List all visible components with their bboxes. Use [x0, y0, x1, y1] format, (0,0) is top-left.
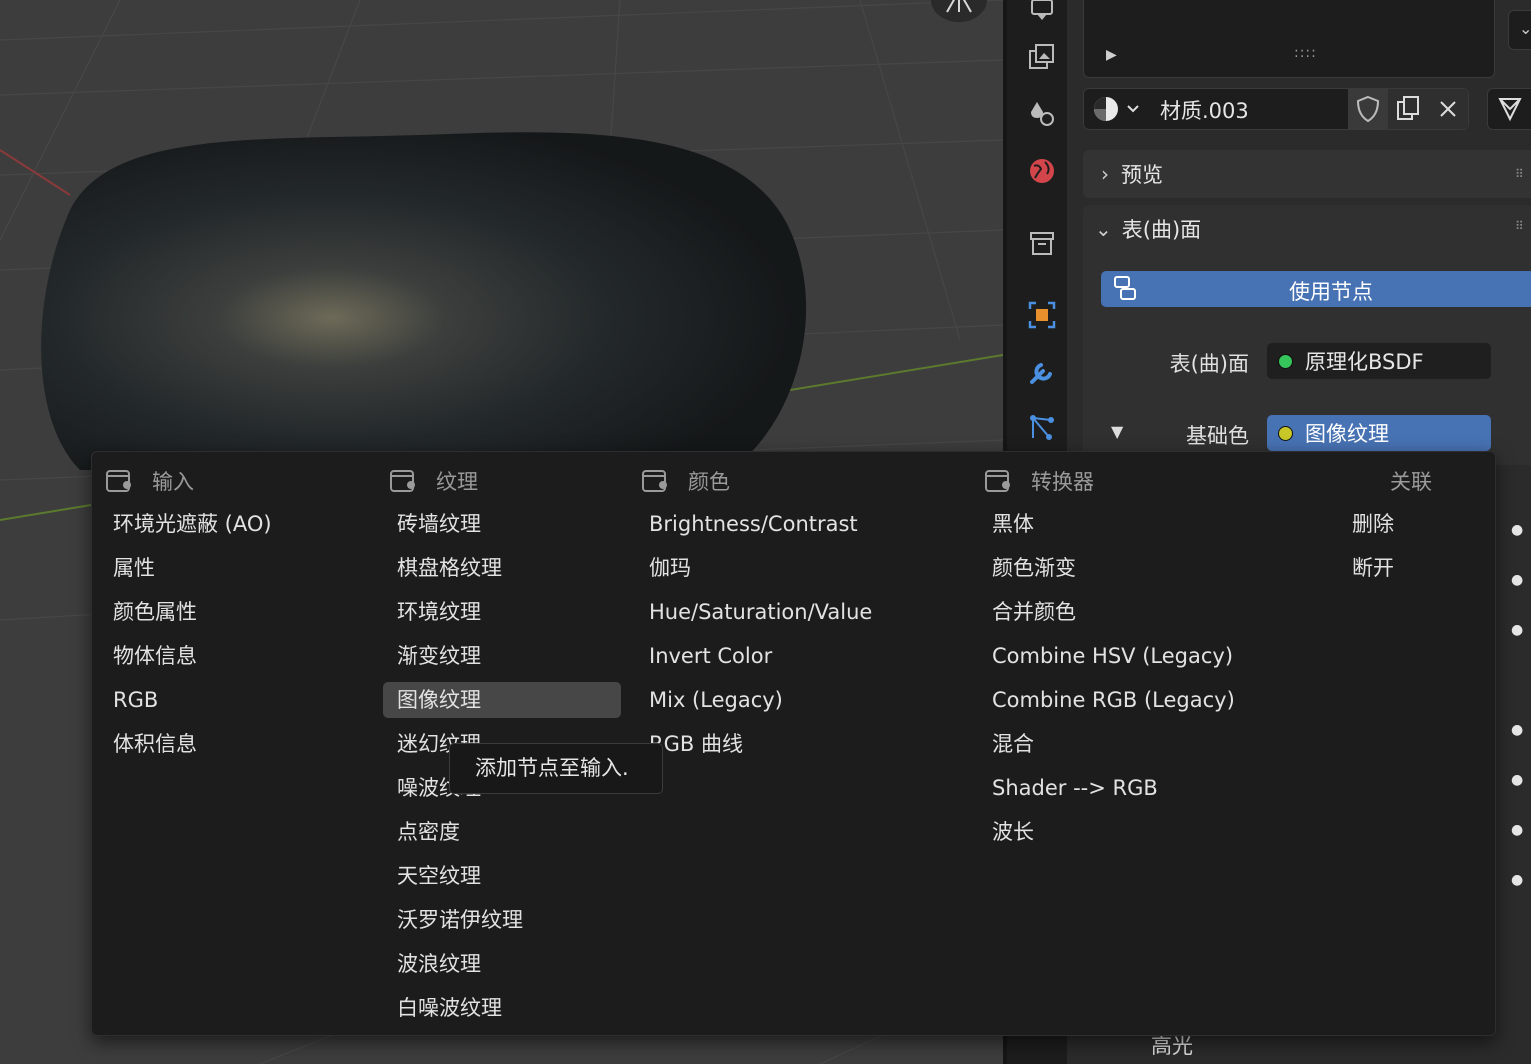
node-category-icon — [642, 469, 667, 493]
input-column-header: 输入 — [106, 466, 194, 496]
material-name-field[interactable]: 材质.003 — [1160, 95, 1249, 125]
menu-item-voronoi-texture[interactable]: 沃罗诺伊纹理 — [383, 902, 523, 938]
chevron-down-icon: ⌄ — [1095, 217, 1112, 241]
node-icon — [1114, 276, 1136, 300]
input-header-label: 输入 — [152, 470, 194, 494]
menu-item-hue-saturation-value[interactable]: Hue/Saturation/Value — [635, 594, 872, 630]
material-sphere-icon — [1094, 97, 1139, 121]
menu-item-combine-rgb[interactable]: Combine RGB (Legacy) — [978, 682, 1235, 718]
shader-socket-icon — [1278, 353, 1293, 369]
texture-column-header: 纹理 — [390, 466, 478, 496]
play-icon[interactable]: ▶ — [1106, 47, 1117, 63]
resize-handle[interactable]: :::: — [1294, 45, 1317, 61]
modifier-wrench-icon[interactable] — [1025, 354, 1059, 388]
menu-item-volume-info[interactable]: 体积信息 — [99, 726, 197, 762]
menu-item-shader-to-rgb[interactable]: Shader --> RGB — [978, 770, 1158, 806]
color-socket-icon — [1278, 425, 1293, 441]
collection-icon[interactable] — [1025, 226, 1059, 260]
navigation-gizmo[interactable] — [931, 0, 987, 22]
menu-item-mix[interactable]: 混合 — [978, 726, 1034, 762]
duplicate-icon — [1397, 96, 1419, 120]
base-color-field[interactable]: 图像纹理 — [1267, 415, 1491, 451]
world-icon[interactable] — [1025, 154, 1059, 188]
drag-handle-icon[interactable]: ⠿ — [1515, 219, 1524, 233]
render-icon[interactable] — [1025, 0, 1059, 24]
duplicate-button[interactable] — [1388, 89, 1428, 129]
shield-icon — [1356, 95, 1380, 123]
menu-item-remove[interactable]: 删除 — [1338, 506, 1394, 542]
menu-item-wavelength[interactable]: 波长 — [978, 814, 1034, 850]
object-icon[interactable] — [1025, 298, 1059, 332]
link-column-header: 关联 — [1390, 466, 1432, 496]
color-column-header: 颜色 — [642, 466, 730, 496]
view-layer-icon[interactable] — [1025, 40, 1059, 74]
color-header-label: 颜色 — [688, 470, 730, 494]
scene-icon[interactable] — [1025, 96, 1059, 130]
menu-item-invert-color[interactable]: Invert Color — [635, 638, 772, 674]
menu-item-disconnect[interactable]: 断开 — [1338, 550, 1394, 586]
link-header-label: 关联 — [1390, 470, 1432, 494]
close-icon — [1440, 101, 1456, 117]
use-nodes-label: 使用节点 — [1289, 280, 1373, 304]
menu-item-gamma[interactable]: 伽玛 — [635, 550, 691, 586]
menu-item-wave-texture[interactable]: 波浪纹理 — [383, 946, 481, 982]
menu-item-object-info[interactable]: 物体信息 — [99, 638, 197, 674]
menu-item-gradient-texture[interactable]: 渐变纹理 — [383, 638, 481, 674]
add-node-menu: 输入 纹理 颜色 转换器 关联 环境光遮蔽 (AO) 属性 颜色属性 物体信息 … — [91, 451, 1496, 1036]
menu-item-image-texture[interactable]: 图像纹理 — [383, 682, 621, 718]
material-selector[interactable]: 材质.003 — [1083, 88, 1469, 130]
base-color-value: 图像纹理 — [1305, 422, 1389, 446]
texture-header-label: 纹理 — [436, 470, 478, 494]
unlink-button[interactable] — [1428, 89, 1468, 129]
menu-item-combine-color[interactable]: 合并颜色 — [978, 594, 1076, 630]
material-browse-button[interactable] — [1084, 89, 1146, 129]
surface-field-label: 表(曲)面 — [1169, 352, 1249, 376]
surface-shader-field[interactable]: 原理化BSDF — [1267, 343, 1491, 379]
menu-item-blackbody[interactable]: 黑体 — [978, 506, 1034, 542]
menu-item-color-ramp[interactable]: 颜色渐变 — [978, 550, 1076, 586]
chevron-right-icon: › — [1101, 162, 1109, 186]
menu-item-brick-texture[interactable]: 砖墙纹理 — [383, 506, 481, 542]
surface-shader-value: 原理化BSDF — [1305, 350, 1424, 374]
fake-user-button[interactable] — [1348, 89, 1388, 129]
material-slot-list[interactable]: ▶ :::: — [1083, 0, 1495, 78]
menu-item-color-attribute[interactable]: 颜色属性 — [99, 594, 197, 630]
menu-item-point-density[interactable]: 点密度 — [383, 814, 460, 850]
node-tree-button[interactable] — [1487, 88, 1531, 130]
converter-column-header: 转换器 — [985, 466, 1094, 496]
node-category-icon — [390, 469, 415, 493]
particles-icon[interactable] — [1025, 410, 1059, 444]
preview-panel-title: 预览 — [1121, 163, 1163, 187]
preview-panel-header[interactable]: › 预览 ⠿ — [1083, 150, 1531, 198]
slot-dropdown-button[interactable]: ⌄ — [1508, 10, 1531, 50]
drag-handle-icon[interactable]: ⠿ — [1515, 167, 1524, 181]
menu-item-checker-texture[interactable]: 棋盘格纹理 — [383, 550, 502, 586]
grid-gizmo-icon — [946, 0, 972, 13]
menu-item-brightness-contrast[interactable]: Brightness/Contrast — [635, 506, 858, 542]
node-category-icon — [985, 469, 1010, 493]
chevron-down-icon: ⌄ — [1519, 19, 1531, 38]
menu-item-environment-texture[interactable]: 环境纹理 — [383, 594, 481, 630]
base-color-label: 基础色 — [1186, 424, 1249, 448]
menu-item-attribute[interactable]: 属性 — [99, 550, 155, 586]
node-category-icon — [106, 469, 131, 493]
menu-item-ao[interactable]: 环境光遮蔽 (AO) — [99, 506, 272, 542]
surface-panel-title: 表(曲)面 — [1121, 218, 1202, 242]
use-nodes-button[interactable]: 使用节点 — [1101, 271, 1531, 307]
menu-item-mix-legacy[interactable]: Mix (Legacy) — [635, 682, 783, 718]
node-tree-icon — [1498, 98, 1522, 122]
tooltip: 添加节点至输入. — [449, 743, 663, 794]
menu-item-rgb[interactable]: RGB — [99, 682, 158, 718]
menu-item-combine-hsv[interactable]: Combine HSV (Legacy) — [978, 638, 1233, 674]
surface-panel-header[interactable]: ⌄ 表(曲)面 — [1083, 205, 1201, 253]
menu-item-sky-texture[interactable]: 天空纹理 — [383, 858, 481, 894]
menu-item-white-noise-texture[interactable]: 白噪波纹理 — [383, 990, 502, 1026]
converter-header-label: 转换器 — [1031, 470, 1094, 494]
